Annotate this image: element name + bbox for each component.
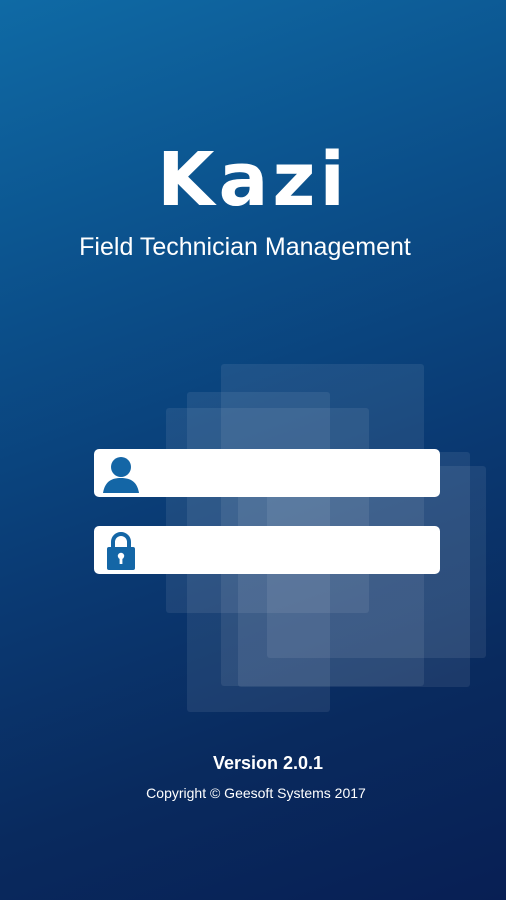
copyright-label: Copyright © Geesoft Systems 2017 [146, 785, 366, 801]
user-icon [103, 457, 139, 493]
app-logo: Kazi [157, 137, 349, 223]
username-field[interactable] [94, 449, 440, 497]
password-field[interactable] [94, 526, 440, 574]
password-input[interactable] [140, 526, 440, 574]
app-tagline: Field Technician Management [79, 233, 411, 261]
version-label: Version 2.0.1 [212, 753, 324, 773]
lock-icon [107, 532, 135, 570]
username-input[interactable] [140, 449, 440, 497]
